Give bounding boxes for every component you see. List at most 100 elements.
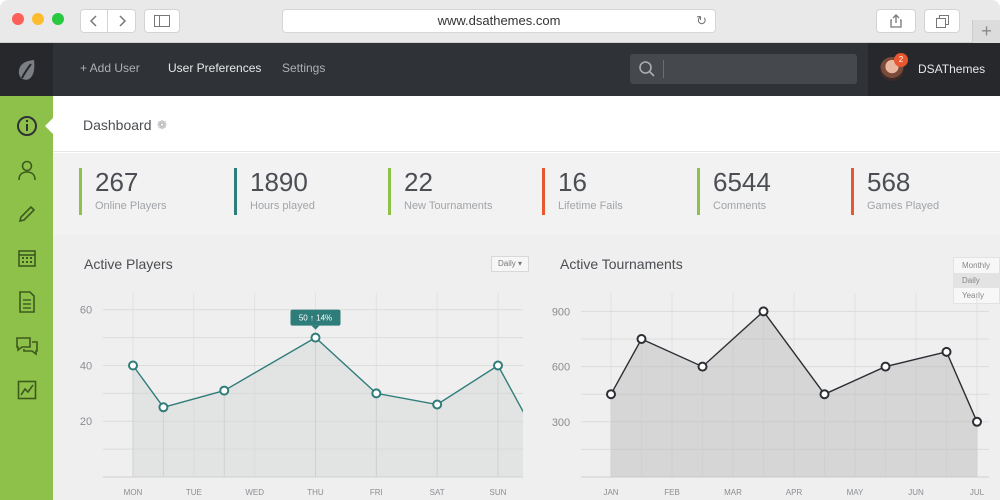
sidebar-item-edit[interactable] — [0, 192, 53, 236]
search-divider — [663, 60, 664, 78]
tooltip-text: 50 ↑ 14% — [299, 314, 332, 323]
data-point — [493, 360, 503, 371]
gear-icon[interactable]: ❁ — [157, 118, 167, 132]
y-tick-label: 600 — [552, 362, 570, 374]
stat-label: Games Played — [867, 200, 940, 212]
address-bar[interactable]: www.dsathemes.com ↻ — [282, 9, 716, 33]
add-user-link[interactable]: + Add User — [80, 61, 140, 75]
app-logo[interactable] — [0, 43, 53, 96]
share-icon — [890, 14, 902, 28]
stat-comments: 6544 Comments — [697, 168, 847, 215]
stat-online-players: 267 Online Players — [79, 168, 229, 215]
x-tick-label: WED — [245, 488, 264, 497]
info-icon — [16, 116, 37, 136]
sidebar-toggle-button[interactable] — [144, 9, 180, 33]
sidebar-item-documents[interactable] — [0, 280, 53, 324]
x-tick-label: THU — [307, 488, 324, 497]
url-text: www.dsathemes.com — [437, 13, 561, 28]
user-menu[interactable]: 2 DSAThemes — [868, 43, 1000, 96]
page-title: Dashboard — [83, 117, 152, 133]
sidebar-icon — [154, 15, 170, 27]
stat-label: Lifetime Fails — [558, 200, 623, 212]
stats-row: 267 Online Players 1890 Hours played 22 … — [53, 153, 1000, 235]
charts-area: Active Players Daily ▾ Active Tournament… — [53, 235, 1000, 500]
user-preferences-link[interactable]: User Preferences — [168, 61, 261, 75]
x-tick-label: TUE — [186, 488, 202, 497]
minimize-window-button[interactable] — [32, 13, 44, 25]
data-point — [819, 389, 830, 400]
pencil-icon — [18, 205, 35, 223]
share-button[interactable] — [876, 9, 916, 33]
sidebar-item-messages[interactable] — [0, 324, 53, 368]
x-tick-label: FEB — [664, 488, 680, 497]
peak-tooltip: 50 ↑ 14% — [290, 309, 341, 330]
data-point — [310, 332, 321, 343]
data-point — [219, 385, 230, 396]
stat-label: Hours played — [250, 200, 315, 212]
data-point — [606, 389, 616, 400]
username: DSAThemes — [918, 62, 986, 76]
reload-icon[interactable]: ↻ — [696, 10, 707, 32]
x-tick-label: SUN — [490, 488, 507, 497]
tooltip-arrow — [311, 325, 320, 330]
stat-lifetime-fails: 16 Lifetime Fails — [542, 168, 692, 215]
user-icon — [17, 160, 36, 181]
active-tournaments-chart: 300 600 900 JAN FEB MAR APR MAY JUN JUL — [552, 293, 989, 497]
data-point — [158, 402, 169, 413]
x-tick-label: JUN — [908, 488, 924, 497]
maximize-window-button[interactable] — [52, 13, 64, 25]
data-point — [432, 399, 443, 410]
browser-toolbar: www.dsathemes.com ↻ + — [0, 0, 1000, 43]
stat-new-tournaments: 22 New Tournaments — [388, 168, 538, 215]
settings-link[interactable]: Settings — [282, 61, 325, 75]
data-point — [758, 306, 769, 317]
x-tick-label: APR — [786, 488, 803, 497]
x-tick-label: JUL — [970, 488, 985, 497]
x-tick-label: MON — [124, 488, 143, 497]
y-tick-label: 60 — [80, 305, 92, 317]
forward-button[interactable] — [108, 9, 136, 33]
active-players-chart: 20 40 60 MON TUE WED THU FRI SAT SUN 50 ↑ 14% — [80, 293, 523, 497]
notification-badge: 2 — [894, 53, 908, 67]
series-area — [133, 337, 523, 477]
stat-value: 16 — [558, 167, 587, 197]
stat-label: New Tournaments — [404, 200, 493, 212]
x-tick-label: JAN — [603, 488, 618, 497]
line-chart-icon — [17, 380, 36, 400]
y-tick-label: 20 — [80, 416, 92, 428]
x-tick-label: MAR — [724, 488, 742, 497]
calendar-icon — [17, 250, 36, 267]
sidebar-item-calendar[interactable] — [0, 236, 53, 280]
tabs-icon — [935, 14, 949, 28]
data-point — [880, 361, 891, 372]
chat-icon — [15, 337, 38, 356]
data-point — [371, 388, 382, 399]
stat-value: 568 — [867, 167, 911, 197]
chevron-left-icon — [89, 15, 97, 27]
sidebar-item-users[interactable] — [0, 148, 53, 192]
tabs-overview-button[interactable] — [924, 9, 960, 33]
leaf-logo-icon — [18, 59, 34, 80]
x-tick-label: SAT — [430, 488, 445, 497]
new-tab-button[interactable]: + — [972, 20, 1000, 43]
search-icon — [639, 61, 655, 77]
back-button[interactable] — [80, 9, 108, 33]
x-tick-label: FRI — [370, 488, 383, 497]
data-point — [972, 416, 982, 427]
stat-value: 6544 — [713, 167, 771, 197]
y-tick-label: 40 — [80, 360, 92, 372]
data-point — [636, 334, 647, 344]
stat-value: 1890 — [250, 167, 308, 197]
sidebar-item-reports[interactable] — [0, 368, 53, 412]
active-indicator — [45, 118, 53, 134]
stat-label: Online Players — [95, 200, 167, 212]
sidebar — [0, 96, 53, 500]
search-box[interactable] — [630, 54, 857, 84]
page-header: Dashboard ❁ — [53, 96, 1000, 152]
data-point — [128, 360, 138, 371]
close-window-button[interactable] — [12, 13, 24, 25]
y-tick-label: 900 — [552, 306, 570, 318]
top-navbar: + Add User User Preferences Settings 2 D… — [0, 43, 1000, 96]
stat-games-played: 568 Games Played — [851, 168, 1000, 215]
document-icon — [18, 291, 35, 313]
